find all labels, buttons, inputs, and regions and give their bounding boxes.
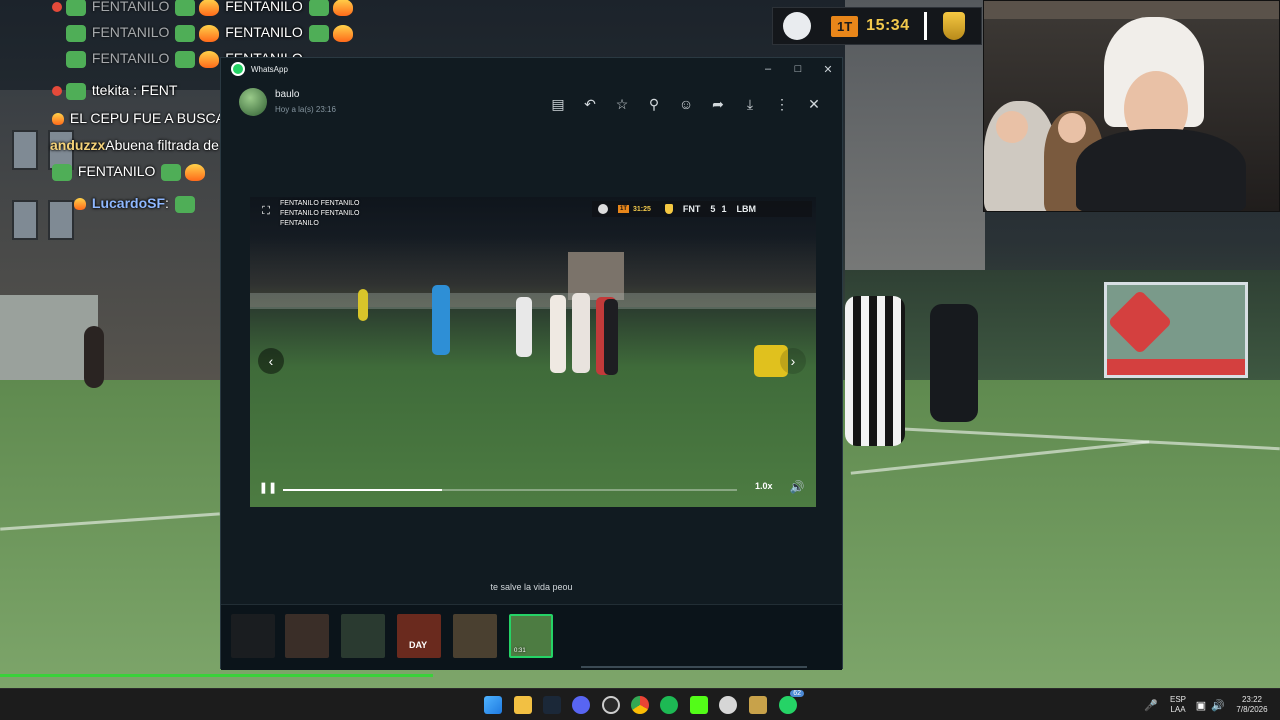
microphone-icon[interactable]: 🎤 bbox=[1144, 696, 1158, 714]
reply-icon[interactable]: ↶ bbox=[578, 92, 602, 116]
player bbox=[84, 326, 104, 388]
playback-speed-button[interactable]: 1.0x bbox=[755, 481, 773, 491]
media-caption: te salve la vida peou bbox=[490, 582, 573, 592]
video-controls: ❚❚ 1.0x 🔊 bbox=[250, 471, 816, 507]
more-options-icon[interactable]: ⋮ bbox=[770, 92, 794, 116]
match-period: 1T bbox=[831, 15, 859, 37]
fullscreen-icon[interactable]: ⛶ bbox=[258, 203, 274, 219]
input-language[interactable]: ESP LAA bbox=[1166, 695, 1190, 715]
spotify-icon[interactable] bbox=[660, 696, 678, 714]
match-clock: 15:34 bbox=[866, 17, 910, 34]
volume-icon[interactable]: 🔊 bbox=[788, 479, 806, 495]
chat-message: ttekita : FENT bbox=[50, 82, 177, 100]
go-to-message-icon[interactable]: ▤ bbox=[546, 92, 570, 116]
clock[interactable]: 23:22 7/8/2026 bbox=[1228, 695, 1276, 715]
media-viewer-header: baulo Hoy a la(s) 23:16 ▤ ↶ ☆ ⚲ ☺ ➦ ⤓ ⋮ … bbox=[221, 84, 842, 124]
video-player[interactable]: FENTANILO FENTANILO FENTANILO FENTANILO … bbox=[250, 197, 816, 507]
whatsapp-window[interactable]: WhatsApp – □ ✕ baulo Hoy a la(s) 23:16 ▤… bbox=[220, 57, 843, 670]
league-logo-icon bbox=[783, 12, 811, 40]
window-titlebar[interactable]: WhatsApp – □ ✕ bbox=[221, 58, 842, 80]
media-thumbnail-active[interactable]: 0:31 bbox=[509, 614, 553, 658]
referee bbox=[432, 285, 450, 355]
media-thumbnail[interactable] bbox=[341, 614, 385, 658]
chrome-icon[interactable] bbox=[631, 696, 649, 714]
emoji-react-icon[interactable]: ☺ bbox=[674, 92, 698, 116]
star-icon[interactable]: ☆ bbox=[610, 92, 634, 116]
media-thumbnail[interactable] bbox=[453, 614, 497, 658]
pin-icon[interactable]: ⚲ bbox=[642, 92, 666, 116]
app-icon[interactable] bbox=[719, 696, 737, 714]
match-scoreboard: 1T 15:34 bbox=[772, 7, 982, 45]
pause-icon[interactable]: ❚❚ bbox=[259, 479, 277, 495]
media-thumbnail[interactable]: DAY bbox=[397, 614, 441, 658]
chat-message: FENTANILO FENTANILO bbox=[64, 24, 355, 42]
next-media-icon[interactable]: › bbox=[780, 348, 806, 374]
avatar[interactable] bbox=[239, 88, 267, 116]
unread-badge: 62 bbox=[790, 690, 804, 697]
window-title: WhatsApp bbox=[251, 64, 288, 74]
streamer-webcam bbox=[983, 0, 1280, 212]
video-seek-bar[interactable] bbox=[283, 489, 737, 491]
forward-icon[interactable]: ➦ bbox=[706, 92, 730, 116]
video-progress bbox=[283, 489, 442, 491]
kick-icon[interactable] bbox=[690, 696, 708, 714]
player bbox=[845, 296, 905, 446]
steam-icon[interactable] bbox=[543, 696, 561, 714]
media-thumbnail[interactable] bbox=[231, 614, 275, 658]
chat-message: FENTANILO bbox=[50, 163, 207, 181]
whatsapp-taskbar-icon[interactable]: 62 bbox=[779, 690, 804, 714]
discord-icon[interactable] bbox=[572, 696, 590, 714]
taskbar: 62 🎤 ESP LAA ▣ 🔊 23:22 7/8/2026 bbox=[0, 688, 1280, 720]
thumbnail-scrollbar[interactable] bbox=[581, 666, 807, 668]
media-actions: ▤ ↶ ☆ ⚲ ☺ ➦ ⤓ ⋮ ✕ bbox=[546, 92, 826, 116]
stream-progress-bar bbox=[0, 674, 433, 677]
close-window-button[interactable]: ✕ bbox=[813, 58, 843, 80]
volume-tray-icon[interactable]: 🔊 bbox=[1210, 696, 1226, 714]
maximize-button[interactable]: □ bbox=[783, 58, 813, 80]
chat-message: LucardoSF: bbox=[72, 195, 197, 213]
player bbox=[930, 304, 978, 422]
video-duration: 0:31 bbox=[514, 648, 526, 654]
message-time: Hoy a la(s) 23:16 bbox=[275, 105, 336, 114]
chat-message: FENTANILO FENTANILO bbox=[50, 0, 355, 16]
sponsor-banner bbox=[1104, 282, 1248, 378]
app-icon[interactable] bbox=[749, 696, 767, 714]
previous-media-icon[interactable]: ‹ bbox=[258, 348, 284, 374]
video-scoreboard: 1T 31:25 FNT 5 1 LBM bbox=[592, 201, 812, 217]
start-icon[interactable] bbox=[484, 696, 502, 714]
whatsapp-logo-icon bbox=[231, 62, 245, 76]
media-thumbnail-strip: DAY 0:31 bbox=[221, 604, 842, 670]
minimize-button[interactable]: – bbox=[753, 58, 783, 80]
sender-name: baulo bbox=[275, 89, 300, 100]
video-chat-overlay: FENTANILO FENTANILO FENTANILO FENTANILO … bbox=[280, 200, 360, 227]
close-viewer-icon[interactable]: ✕ bbox=[802, 92, 826, 116]
download-icon[interactable]: ⤓ bbox=[738, 92, 762, 116]
file-explorer-icon[interactable] bbox=[514, 696, 532, 714]
team-crest-icon bbox=[942, 12, 965, 40]
media-thumbnail[interactable] bbox=[285, 614, 329, 658]
obs-icon[interactable] bbox=[602, 696, 620, 714]
display-icon[interactable]: ▣ bbox=[1194, 696, 1208, 714]
